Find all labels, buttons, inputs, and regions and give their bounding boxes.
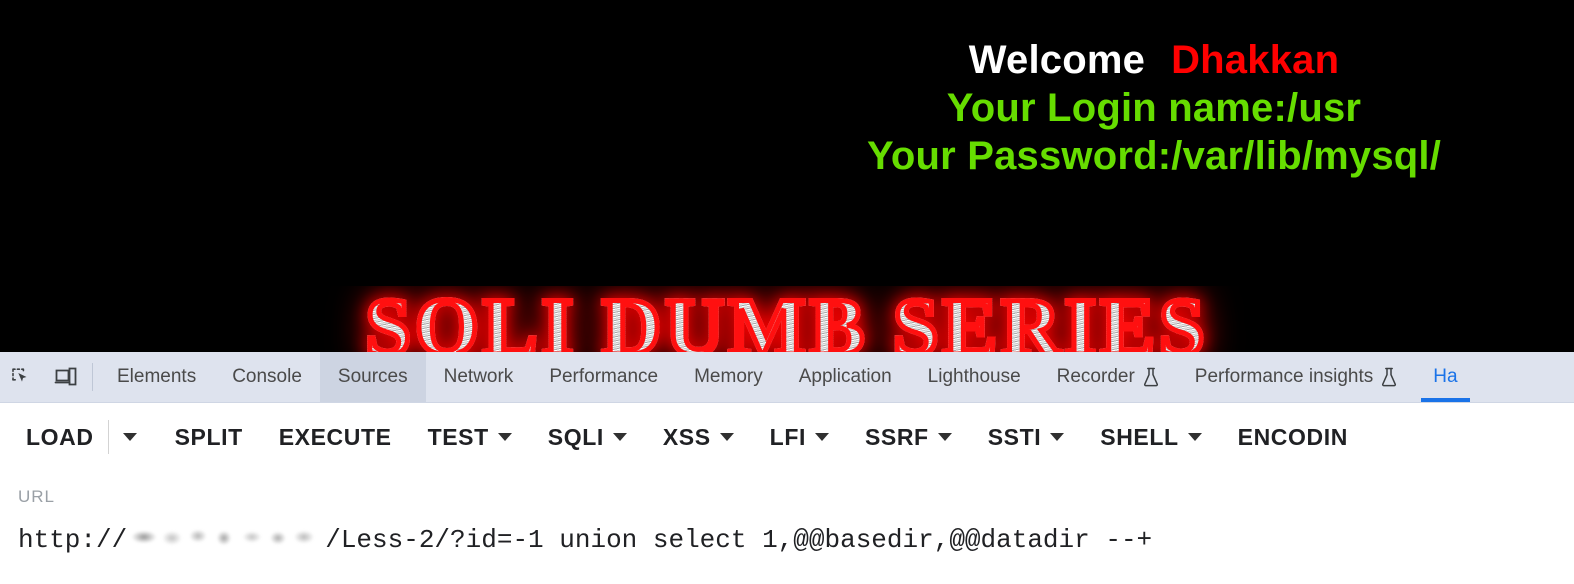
chevron-down-icon: [937, 433, 952, 441]
chevron-down-icon: [814, 433, 829, 441]
experimental-flask-icon: [1143, 367, 1159, 387]
hackbar-button-label: EXECUTE: [278, 423, 392, 450]
welcome-line: Welcome Dhakkan: [774, 40, 1534, 80]
hackbar-button-label: SHELL: [1100, 423, 1179, 450]
tabbar-divider: [92, 363, 93, 391]
welcome-block: Welcome Dhakkan Your Login name:/usr Your…: [774, 40, 1534, 184]
tab-label: Lighthouse: [927, 366, 1021, 387]
url-host-redacted: [128, 525, 325, 551]
hackbar-lfi-button[interactable]: LFI: [770, 420, 829, 455]
devtools-tabbar: Elements Console Sources Network Performance…: [0, 352, 1574, 403]
tab-label: Elements: [117, 366, 197, 387]
chevron-down-icon: [719, 433, 734, 441]
hackbar-ssti-button[interactable]: SSTI: [988, 420, 1065, 455]
tab-label: Memory: [694, 366, 763, 387]
tab-recorder[interactable]: Recorder: [1039, 352, 1177, 402]
chevron-down-icon: [1187, 433, 1202, 441]
hackbar-split-button[interactable]: SPLIT: [175, 420, 243, 455]
url-section: URL http:// /Less-2/?id=-1 union select 1…: [0, 471, 1574, 555]
welcome-username: Dhakkan: [1171, 38, 1340, 82]
hackbar-button-label: SSRF: [864, 423, 929, 450]
devtools-tab-list: Elements Console Sources Network Performance…: [99, 352, 1476, 402]
url-label: URL: [18, 487, 56, 506]
tab-label: Sources: [337, 366, 408, 387]
hackbar-button-list: LOAD SPLIT EXECUTE TEST SQLI XSS LFI SSRF SSTI SH…: [26, 420, 1384, 455]
tab-label: Recorder: [1056, 366, 1135, 387]
hackbar-execute-button[interactable]: EXECUTE: [279, 420, 392, 455]
sqli-lab-page: Welcome Dhakkan Your Login name:/usr Your…: [0, 0, 1574, 352]
hackbar-load-button[interactable]: LOAD: [26, 420, 94, 455]
tab-elements[interactable]: Elements: [99, 352, 214, 402]
hackbar-load-dropdown-button[interactable]: [109, 433, 153, 441]
tab-label: Performance: [549, 366, 659, 387]
hackbar-button-label: LFI: [769, 423, 806, 450]
welcome-text: Welcome: [968, 38, 1146, 82]
tab-label: Console: [232, 366, 302, 387]
hackbar-test-button[interactable]: TEST: [428, 420, 512, 455]
devtools-panel: Elements Console Sources Network Performance…: [0, 352, 1574, 584]
chevron-down-icon: [497, 433, 512, 441]
banner-wrap: SQLI DUMB SERIES: [0, 286, 1574, 352]
chevron-down-icon: [612, 433, 627, 441]
tab-memory[interactable]: Memory: [676, 352, 781, 402]
tab-lighthouse[interactable]: Lighthouse: [910, 352, 1039, 402]
experimental-flask-icon: [1381, 367, 1397, 387]
url-path-query: /Less-2/?id=-1 union select 1,@@basedir,…: [325, 525, 1153, 555]
tab-label: Performance insights: [1194, 366, 1374, 387]
hackbar-encodin-button[interactable]: ENCODIN: [1238, 420, 1348, 455]
tab-sources[interactable]: Sources: [319, 352, 426, 402]
tab-performance-insights[interactable]: Performance insights: [1177, 352, 1415, 402]
hackbar-button-label: SSTI: [987, 423, 1042, 450]
tab-label: Application: [798, 366, 892, 387]
hackbar-shell-button[interactable]: SHELL: [1100, 420, 1202, 455]
hackbar-xss-button[interactable]: XSS: [663, 420, 734, 455]
login-name-line: Your Login name:/usr: [946, 86, 1362, 130]
tab-performance[interactable]: Performance: [531, 352, 676, 402]
hackbar-button-label: XSS: [662, 423, 711, 450]
sqli-dumb-series-banner: SQLI DUMB SERIES: [363, 286, 1208, 352]
device-toolbar-icon[interactable]: [44, 352, 88, 402]
chevron-down-icon: [1050, 433, 1065, 441]
chevron-down-icon: [122, 433, 137, 441]
tab-network[interactable]: Network: [426, 352, 532, 402]
tab-label: Ha: [1433, 366, 1458, 387]
url-input[interactable]: http:// /Less-2/?id=-1 union select 1,@@b…: [18, 521, 1574, 555]
hackbar-button-label: SPLIT: [174, 423, 243, 450]
inspect-element-icon[interactable]: [0, 352, 44, 402]
hackbar-button-label: LOAD: [26, 423, 94, 450]
tab-console[interactable]: Console: [214, 352, 320, 402]
screenshot-root: Welcome Dhakkan Your Login name:/usr Your…: [0, 0, 1574, 584]
url-scheme: http://: [18, 525, 128, 555]
tab-label: Network: [443, 366, 514, 387]
hackbar-button-label: ENCODIN: [1237, 423, 1348, 450]
hackbar-button-label: SQLI: [547, 423, 604, 450]
hackbar-sqli-button[interactable]: SQLI: [548, 420, 627, 455]
tab-application[interactable]: Application: [781, 352, 910, 402]
hackbar-toolbar: LOAD SPLIT EXECUTE TEST SQLI XSS LFI SSRF SSTI SH…: [0, 403, 1574, 471]
hackbar-button-label: TEST: [427, 423, 489, 450]
hackbar-ssrf-button[interactable]: SSRF: [865, 420, 952, 455]
tab-ha[interactable]: Ha: [1415, 352, 1475, 402]
password-line: Your Password:/var/lib/mysql/: [866, 134, 1442, 178]
